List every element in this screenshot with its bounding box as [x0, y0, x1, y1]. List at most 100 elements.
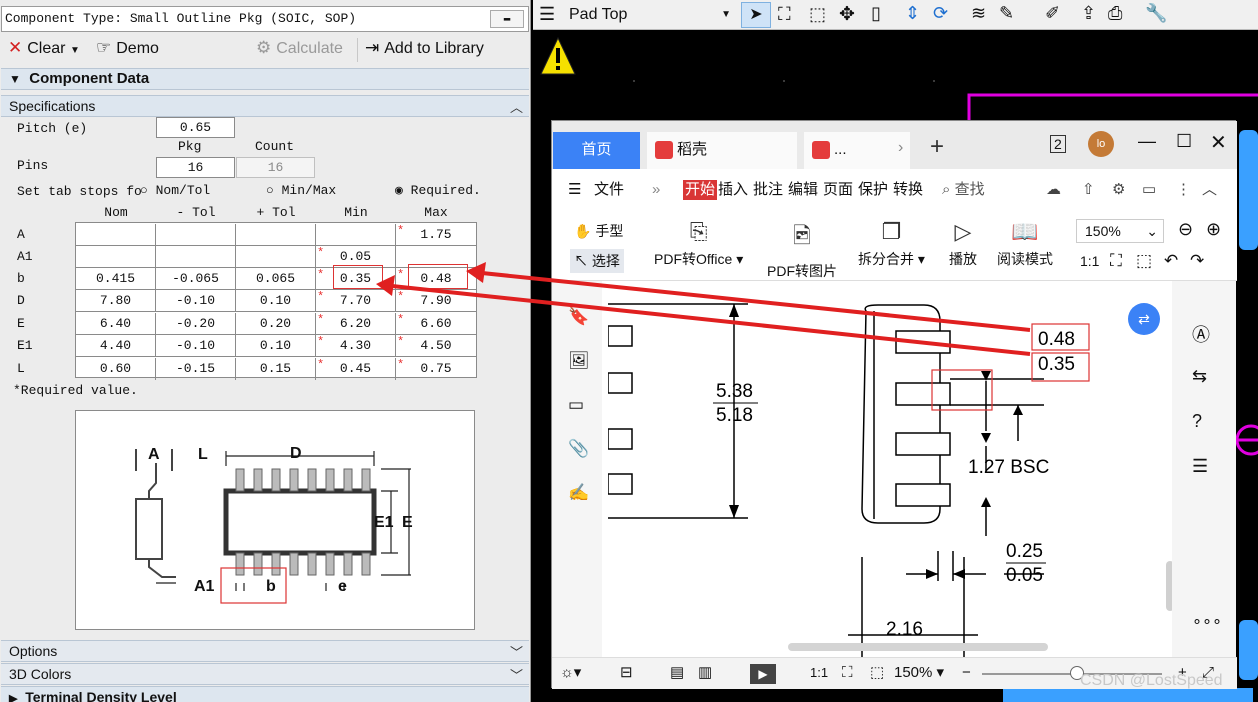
cell-e-mtol[interactable]: -0.20	[156, 313, 236, 335]
menu-hamburger-icon[interactable]: ☰	[568, 169, 581, 211]
menu-file[interactable]: 文件	[594, 169, 624, 211]
settings-icon[interactable]: ⚙	[1112, 169, 1125, 211]
translate-icon[interactable]: ⇆	[1192, 366, 1207, 387]
layers-icon[interactable]: ☰	[539, 4, 555, 25]
terminal-density-header[interactable]: ▶ Terminal Density Level	[1, 686, 529, 702]
cell-d-mtol[interactable]: -0.10	[156, 290, 236, 312]
pdf-to-office-tool[interactable]: ⎘ PDF转Office ▾	[654, 219, 743, 269]
window-count-badge[interactable]: 2	[1050, 135, 1066, 153]
read-mode-tool[interactable]: 📖 阅读模式	[997, 219, 1053, 269]
fit-width-status-icon[interactable]: ⬚	[870, 658, 884, 688]
cell-a-ptol[interactable]	[236, 224, 316, 246]
zoom-minus-icon[interactable]: −	[962, 658, 971, 688]
tab-docer[interactable]: 稻壳	[647, 132, 797, 169]
pitch-input[interactable]: 0.65	[156, 117, 235, 138]
cell-a1-mtol[interactable]	[156, 246, 236, 268]
thumbnail-icon[interactable]: 🖼	[568, 351, 590, 371]
avatar[interactable]: lo	[1088, 131, 1114, 157]
pdf-to-image-tool[interactable]: 🖻 PDF转图片	[767, 219, 837, 281]
menu-protect[interactable]: 保护	[858, 169, 888, 211]
cell-e1-min[interactable]: * 4.30	[316, 335, 396, 357]
cell-a-nom[interactable]	[76, 224, 156, 246]
rotate-right-icon[interactable]: ↷	[1190, 251, 1204, 271]
flip-vertical-icon[interactable]: ⇕	[905, 3, 920, 24]
calculate-button[interactable]: ⚙ Calculate	[256, 36, 343, 62]
fit-page-icon[interactable]: ⛶	[1110, 251, 1122, 271]
bookmark-icon[interactable]: 🔖	[568, 307, 589, 327]
chip-package-icon[interactable]: ▬	[490, 10, 524, 28]
two-page-icon[interactable]: ▥	[698, 658, 712, 688]
select-arrow-icon[interactable]: ➤	[741, 2, 771, 28]
comment-icon[interactable]: ▭	[1142, 169, 1156, 211]
database-icon[interactable]: ≋	[971, 3, 986, 24]
menu-insert[interactable]: 插入	[718, 169, 748, 211]
more-icon[interactable]: ∘∘∘	[1192, 611, 1222, 631]
add-to-library-button[interactable]: ⇥ Add to Library	[365, 36, 484, 62]
cell-l-mtol[interactable]: -0.15	[156, 358, 236, 380]
component-data-header[interactable]: ▼ Component Data	[1, 68, 529, 90]
new-tab-icon[interactable]: +	[930, 133, 944, 161]
minimize-icon[interactable]: —	[1138, 131, 1156, 152]
component-type-select[interactable]: Component Type: Small Outline Pkg (SOIC,…	[1, 6, 529, 32]
radio-min-max[interactable]: ○ Min/Max	[266, 183, 336, 198]
move-icon[interactable]: ✥	[839, 3, 855, 26]
signature-icon[interactable]: ✍	[568, 483, 589, 503]
cell-a-min[interactable]	[316, 224, 396, 246]
3d-colors-header[interactable]: 3D Colors ﹀	[1, 663, 529, 685]
ruler-icon[interactable]: ▯	[871, 3, 881, 24]
play-slideshow-icon[interactable]: ▶	[750, 664, 776, 684]
zoom-out-icon[interactable]: ⊖	[1178, 219, 1193, 240]
play-tool[interactable]: ▷ 播放	[949, 219, 977, 269]
print-icon[interactable]: ⎙	[1108, 3, 1122, 24]
cell-a1-nom[interactable]	[76, 246, 156, 268]
cell-d-min[interactable]: * 7.70	[316, 290, 396, 312]
actual-size-icon[interactable]: 1:1	[1080, 253, 1099, 269]
layer-select[interactable]: Pad Top ▼	[563, 3, 733, 27]
menu-page[interactable]: 页面	[823, 169, 853, 211]
filter-icon[interactable]: ☰	[1192, 456, 1208, 477]
maximize-icon[interactable]: ☐	[1176, 131, 1192, 152]
cell-d-nom[interactable]: 7.80	[76, 290, 156, 312]
cell-b-nom[interactable]: 0.415	[76, 268, 156, 290]
pins-pkg-input[interactable]: 16	[156, 157, 235, 178]
cell-b-mtol[interactable]: -0.065	[156, 268, 236, 290]
demo-button[interactable]: ☞ Demo	[96, 36, 159, 62]
clear-button[interactable]: ✕ Clear ▼	[8, 36, 80, 62]
rotate-left-icon[interactable]: ↶	[1164, 251, 1178, 271]
menu-convert[interactable]: 转换	[893, 169, 923, 211]
cell-a-mtol[interactable]	[156, 224, 236, 246]
cell-e-nom[interactable]: 6.40	[76, 313, 156, 335]
search-box[interactable]: ⌕ 查找	[942, 169, 985, 211]
zoom-level-select[interactable]: 150% ▾	[894, 658, 944, 688]
split-merge-tool[interactable]: ❐ 拆分合并 ▾	[858, 219, 925, 269]
menu-annotate[interactable]: 批注	[753, 169, 783, 211]
tab-scroll-right-icon[interactable]: ›	[898, 139, 903, 157]
fit-page-status-icon[interactable]: ⛶	[842, 658, 853, 688]
tab-document[interactable]: ...	[804, 132, 910, 169]
radio-nom-tol[interactable]: ○ Nom/Tol	[140, 183, 210, 198]
help-icon[interactable]: ?	[1192, 411, 1202, 432]
select-area-icon[interactable]: ⬚	[809, 4, 826, 25]
cell-d-ptol[interactable]: 0.10	[236, 290, 316, 312]
cell-e-ptol[interactable]: 0.20	[236, 313, 316, 335]
cell-e-min[interactable]: * 6.20	[316, 313, 396, 335]
radio-required[interactable]: ◉ Required.	[395, 183, 481, 198]
hand-tool[interactable]: ✋ 手型	[574, 221, 623, 241]
wrench-icon[interactable]: 🔧	[1145, 3, 1167, 24]
select-tool[interactable]: ↖ 选择	[570, 249, 624, 273]
actual-size-status-icon[interactable]: 1:1	[810, 658, 828, 688]
menu-start[interactable]: 开始	[683, 180, 718, 200]
wizard-icon[interactable]: ✐	[1045, 3, 1060, 24]
cell-e1-max[interactable]: * 4.50	[396, 335, 476, 357]
cell-d-max[interactable]: * 7.90	[396, 290, 476, 312]
close-icon[interactable]: ✕	[1210, 130, 1227, 155]
cell-a1-ptol[interactable]	[236, 246, 316, 268]
cell-e1-ptol[interactable]: 0.10	[236, 335, 316, 357]
rotate-icon[interactable]: ⟳	[933, 3, 948, 24]
cell-e1-nom[interactable]: 4.40	[76, 335, 156, 357]
options-header[interactable]: Options ﹀	[1, 640, 529, 662]
cell-l-min[interactable]: * 0.45	[316, 358, 396, 380]
zoom-in-icon[interactable]: ⊕	[1206, 219, 1221, 240]
fit-width-icon[interactable]: ⬚	[1136, 251, 1152, 271]
more-vertical-icon[interactable]: ⋮	[1176, 169, 1191, 211]
